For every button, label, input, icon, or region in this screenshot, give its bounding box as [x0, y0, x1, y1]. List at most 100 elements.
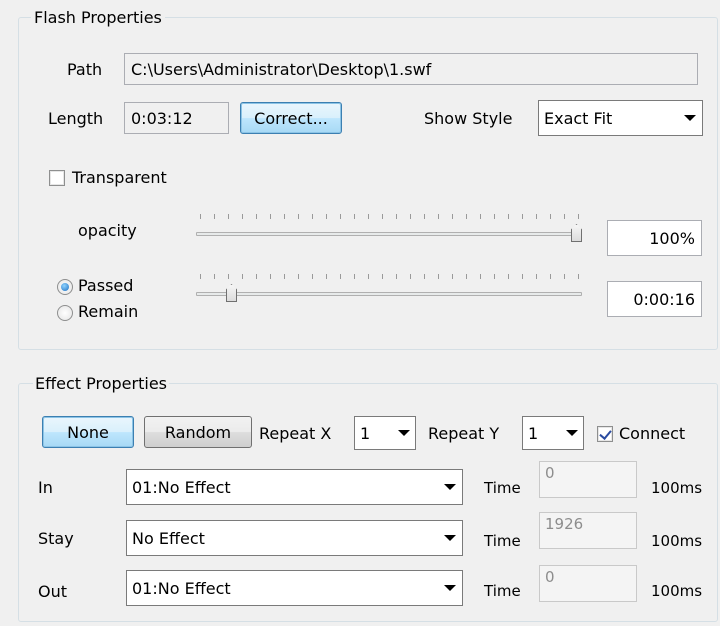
position-slider-tick [284, 274, 285, 279]
opacity-slider-tick [270, 214, 271, 219]
flash-properties-title: Flash Properties [34, 8, 162, 27]
position-slider-tick [438, 274, 439, 279]
position-value-field[interactable]: 0:00:16 [607, 281, 702, 317]
length-label: Length [48, 109, 104, 128]
repeat-y-value: 1 [528, 423, 539, 443]
opacity-slider-tick [494, 214, 495, 219]
effect-row-label-stay: Stay [38, 529, 74, 548]
path-field[interactable]: C:\Users\Administrator\Desktop\1.swf [124, 53, 698, 85]
opacity-slider-tick [368, 214, 369, 219]
position-slider-tick [522, 274, 523, 279]
opacity-slider-tick [438, 214, 439, 219]
opacity-slider-tick [508, 214, 509, 219]
time-field-in[interactable]: 0 [539, 461, 637, 498]
position-slider-tick [340, 274, 341, 279]
position-slider-tick [242, 274, 243, 279]
repeat-y-label: Repeat Y [428, 424, 500, 443]
show-style-value: Exact Fit [544, 108, 613, 128]
position-slider-tick [410, 274, 411, 279]
effect-select-stay[interactable]: No Effect [126, 520, 463, 556]
chevron-down-icon [444, 585, 456, 591]
opacity-value-field[interactable]: 100% [607, 220, 702, 256]
effect-select-out[interactable]: 01:No Effect [126, 570, 463, 606]
opacity-slider-tick [340, 214, 341, 219]
unit-label-stay: 100ms [651, 532, 703, 550]
position-slider-thumb[interactable] [226, 284, 237, 302]
opacity-slider-tick [382, 214, 383, 219]
repeat-x-select[interactable]: 1 [354, 416, 416, 450]
connect-checkbox[interactable] [597, 426, 613, 442]
unit-label-out: 100ms [651, 582, 703, 600]
position-slider-tick [396, 274, 397, 279]
position-slider-tick [368, 274, 369, 279]
effect-select-in[interactable]: 01:No Effect [126, 469, 463, 505]
opacity-slider-tick [298, 214, 299, 219]
time-label-stay: Time [484, 532, 521, 550]
position-slider-tick [326, 274, 327, 279]
passed-radio[interactable] [57, 279, 73, 295]
opacity-slider-tick [256, 214, 257, 219]
opacity-slider-tick [242, 214, 243, 219]
opacity-slider-tick [536, 214, 537, 219]
position-slider-tick [550, 274, 551, 279]
opacity-slider[interactable] [196, 212, 582, 246]
chevron-down-icon [684, 115, 696, 121]
repeat-x-value: 1 [360, 423, 371, 443]
chevron-down-icon [566, 430, 578, 436]
opacity-slider-tick [284, 214, 285, 219]
position-slider-tick [536, 274, 537, 279]
opacity-slider-tick [410, 214, 411, 219]
effect-properties-title: Effect Properties [35, 374, 167, 393]
position-slider-tick [354, 274, 355, 279]
position-slider-tick [494, 274, 495, 279]
position-slider-track [196, 292, 582, 296]
time-label-in: Time [484, 479, 521, 497]
position-slider-tick [200, 274, 201, 279]
position-slider-tick [382, 274, 383, 279]
effect-value-in: 01:No Effect [132, 477, 231, 497]
position-slider-tick [466, 274, 467, 279]
chevron-down-icon [444, 535, 456, 541]
effect-value-stay: No Effect [132, 528, 205, 548]
effect-row-label-out: Out [38, 582, 68, 601]
position-slider[interactable] [196, 272, 582, 306]
opacity-slider-tick [312, 214, 313, 219]
opacity-slider-tick [326, 214, 327, 219]
transparent-label: Transparent [72, 168, 167, 187]
show-style-label: Show Style [424, 109, 513, 128]
position-slider-tick [424, 274, 425, 279]
opacity-slider-tick [200, 214, 201, 219]
none-button[interactable]: None [42, 416, 134, 448]
length-field[interactable]: 0:03:12 [124, 102, 229, 134]
position-slider-tick [270, 274, 271, 279]
opacity-label: opacity [78, 221, 137, 240]
position-slider-tick [214, 274, 215, 279]
remain-radio[interactable] [57, 305, 73, 321]
time-field-out[interactable]: 0 [539, 565, 637, 602]
repeat-y-select[interactable]: 1 [522, 416, 584, 450]
opacity-slider-thumb[interactable] [571, 224, 582, 242]
opacity-slider-tick [424, 214, 425, 219]
position-slider-tick [564, 274, 565, 279]
position-slider-tick [312, 274, 313, 279]
random-button[interactable]: Random [144, 416, 252, 448]
chevron-down-icon [444, 484, 456, 490]
opacity-slider-tick [522, 214, 523, 219]
transparent-checkbox[interactable] [49, 170, 65, 186]
opacity-slider-tick [452, 214, 453, 219]
time-field-stay[interactable]: 1926 [539, 512, 637, 549]
correct-button[interactable]: Correct... [240, 102, 342, 134]
position-slider-tick [228, 274, 229, 279]
connect-label: Connect [619, 424, 686, 443]
effect-row-label-in: In [38, 478, 53, 497]
show-style-select[interactable]: Exact Fit [538, 100, 703, 136]
opacity-slider-tick [466, 214, 467, 219]
opacity-slider-tick [480, 214, 481, 219]
position-slider-tick [256, 274, 257, 279]
time-label-out: Time [484, 582, 521, 600]
opacity-slider-tick [228, 214, 229, 219]
remain-label: Remain [78, 302, 139, 321]
opacity-slider-tick [578, 214, 579, 219]
opacity-slider-tick [354, 214, 355, 219]
passed-label: Passed [78, 276, 134, 295]
